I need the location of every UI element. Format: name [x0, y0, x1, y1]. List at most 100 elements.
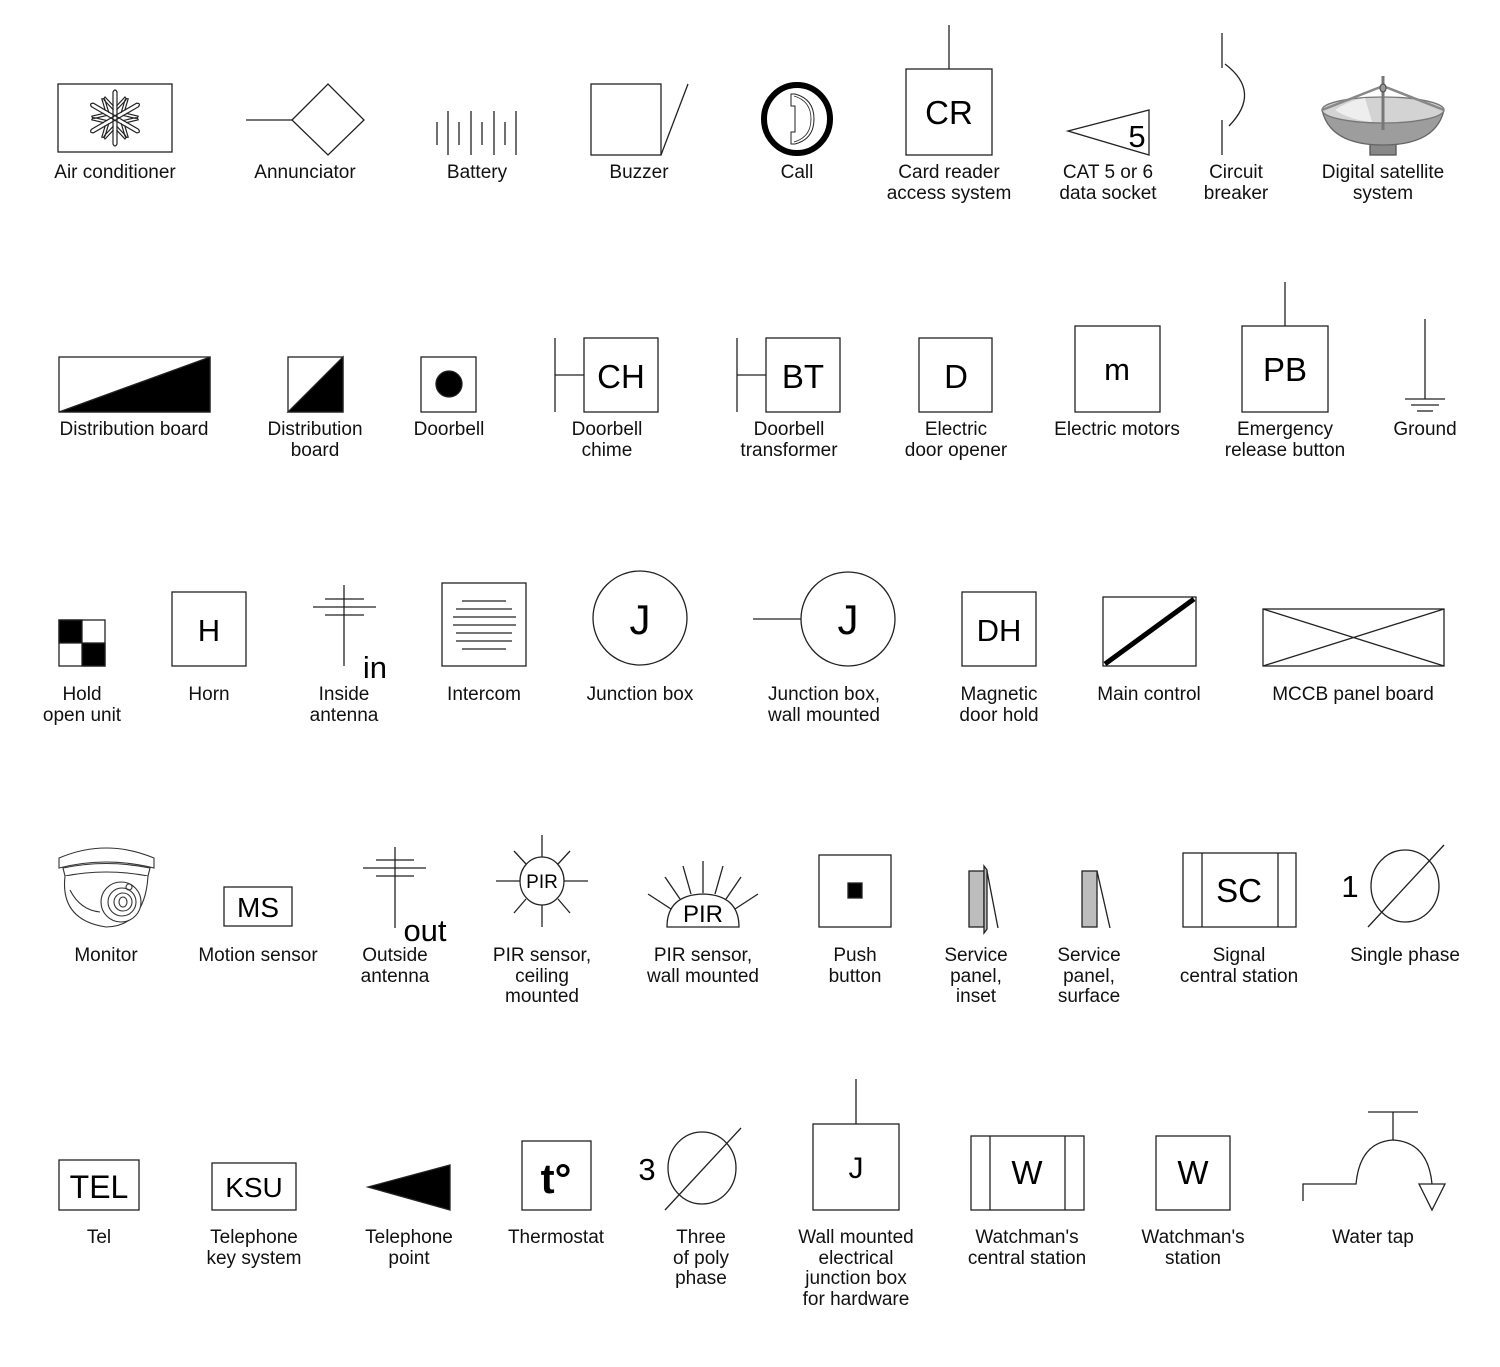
horn-label: Horn	[188, 684, 229, 706]
label-line: transformer	[740, 439, 838, 461]
label-line: door hold	[959, 704, 1039, 726]
air-conditioner-icon	[57, 83, 173, 153]
ground-icon	[1405, 319, 1445, 412]
monitor-label: Monitor	[74, 945, 137, 967]
buzzer-icon	[590, 83, 689, 156]
air-conditioner-label: Air conditioner	[54, 162, 175, 184]
motion-sensor-label: Motion sensor	[198, 945, 318, 967]
outside-antenna-tag: out	[403, 913, 446, 948]
label-line: Outside	[362, 945, 428, 966]
thermostat-code: t°	[541, 1155, 572, 1202]
junction-box-wall-code: J	[838, 596, 859, 643]
label-line: for hardware	[802, 1288, 910, 1310]
label-line: junction box	[805, 1268, 907, 1289]
label-line: Watchman's	[975, 1227, 1079, 1248]
watchman-station-code: W	[1177, 1154, 1209, 1191]
label-line: Battery	[446, 162, 508, 183]
label-line: MCCB panel board	[1272, 684, 1434, 705]
service-panel-surface-icon	[1081, 870, 1111, 929]
distribution-board-wide-label: Distribution board	[60, 419, 209, 441]
electric-motors-code: m	[1104, 352, 1130, 387]
telephone-point-icon	[365, 1164, 451, 1211]
label-line: Electric	[924, 419, 988, 440]
label-line: mounted	[505, 986, 579, 1007]
inside-antenna-label: Inside antenna	[310, 684, 379, 726]
intercom-icon	[441, 582, 527, 667]
card-reader-code: CR	[925, 94, 973, 131]
push-button-icon	[818, 854, 892, 928]
label-line: Service	[1057, 945, 1121, 966]
label-line: panel,	[1063, 965, 1115, 987]
motion-sensor-code: MS	[237, 892, 279, 923]
label-line: Motion sensor	[198, 945, 318, 966]
circuit-breaker-label: Circuit breaker	[1204, 162, 1268, 204]
label-line: Signal	[1212, 945, 1266, 966]
doorbell-icon	[420, 356, 477, 413]
watchman-station-label: Watchman's station	[1141, 1227, 1244, 1269]
service-panel-surface-label: Service panel, surface	[1057, 945, 1121, 1008]
electric-motors-label: Electric motors	[1054, 419, 1180, 441]
cat-socket-number: 5	[1128, 119, 1145, 154]
call-handset-icon	[761, 82, 833, 156]
junction-box-label: Junction box	[586, 684, 694, 706]
thermostat-label: Thermostat	[508, 1227, 604, 1249]
horn-code: H	[198, 613, 220, 648]
label-line: Magnetic	[960, 684, 1038, 705]
battery-label: Battery	[446, 162, 508, 184]
label-line: of poly	[673, 1247, 729, 1269]
push-button-label: Push button	[829, 945, 882, 987]
single-phase-number: 1	[1341, 869, 1358, 904]
label-line: Single phase	[1350, 945, 1460, 966]
doorbell-label: Doorbell	[413, 419, 485, 441]
label-line: release button	[1224, 439, 1346, 461]
label-line: Wall mounted	[798, 1227, 914, 1248]
annunciator-icon	[246, 83, 365, 156]
magnetic-door-hold-code: DH	[977, 613, 1022, 648]
label-line: Doorbell	[413, 419, 485, 440]
label-line: Intercom	[447, 684, 521, 705]
label-line: Service	[944, 945, 1008, 966]
card-reader-icon	[905, 25, 993, 156]
label-line: point	[388, 1247, 430, 1269]
label-line: Distribution	[267, 419, 363, 440]
three-phase-number: 3	[638, 1152, 655, 1187]
water-tap-icon	[1302, 1111, 1447, 1212]
label-line: board	[290, 439, 340, 461]
main-control-icon	[1102, 596, 1197, 667]
label-line: Telephone	[210, 1227, 298, 1248]
label-line: Junction box	[586, 684, 694, 705]
magnetic-door-hold-label: Magnetic door hold	[959, 684, 1039, 726]
label-line: system	[1352, 182, 1414, 204]
label-line: Junction box,	[768, 684, 880, 705]
label-line: Ground	[1393, 419, 1457, 440]
label-line: Buzzer	[609, 162, 669, 183]
battery-icon	[436, 111, 517, 155]
intercom-label: Intercom	[447, 684, 521, 706]
dome-camera-icon	[58, 847, 155, 928]
label-line: Water tap	[1332, 1227, 1414, 1248]
emergency-release-button-label: Emergency release button	[1224, 419, 1346, 461]
label-line: PIR sensor,	[653, 945, 753, 966]
label-line: wall mounted	[647, 965, 759, 987]
label-line: access system	[886, 182, 1012, 204]
hold-open-unit-icon	[58, 619, 106, 667]
telephone-key-system-code: KSU	[225, 1172, 283, 1203]
label-line: Digital satellite	[1321, 162, 1445, 183]
label-line: phase	[675, 1268, 727, 1289]
mccb-panel-board-label: MCCB panel board	[1272, 684, 1434, 706]
emergency-release-button-icon	[1241, 282, 1329, 413]
wall-junction-hardware-code: J	[849, 1152, 864, 1185]
telephone-key-system-label: Telephone key system	[206, 1227, 301, 1269]
electric-door-opener-code: D	[944, 358, 968, 395]
label-line: panel,	[950, 965, 1002, 987]
label-line: Inside	[318, 684, 370, 705]
label-line: ceiling	[515, 965, 569, 987]
single-phase-icon	[1367, 844, 1445, 928]
label-line: Three	[676, 1227, 726, 1248]
digital-satellite-label: Digital satellite system	[1321, 162, 1445, 204]
label-line: Tel	[86, 1227, 112, 1248]
pir-ceiling-label: PIR sensor, ceiling mounted	[493, 945, 591, 1008]
distribution-board-wide-icon	[58, 356, 211, 413]
label-line: electrical	[818, 1247, 894, 1269]
label-line: Push	[833, 945, 877, 966]
